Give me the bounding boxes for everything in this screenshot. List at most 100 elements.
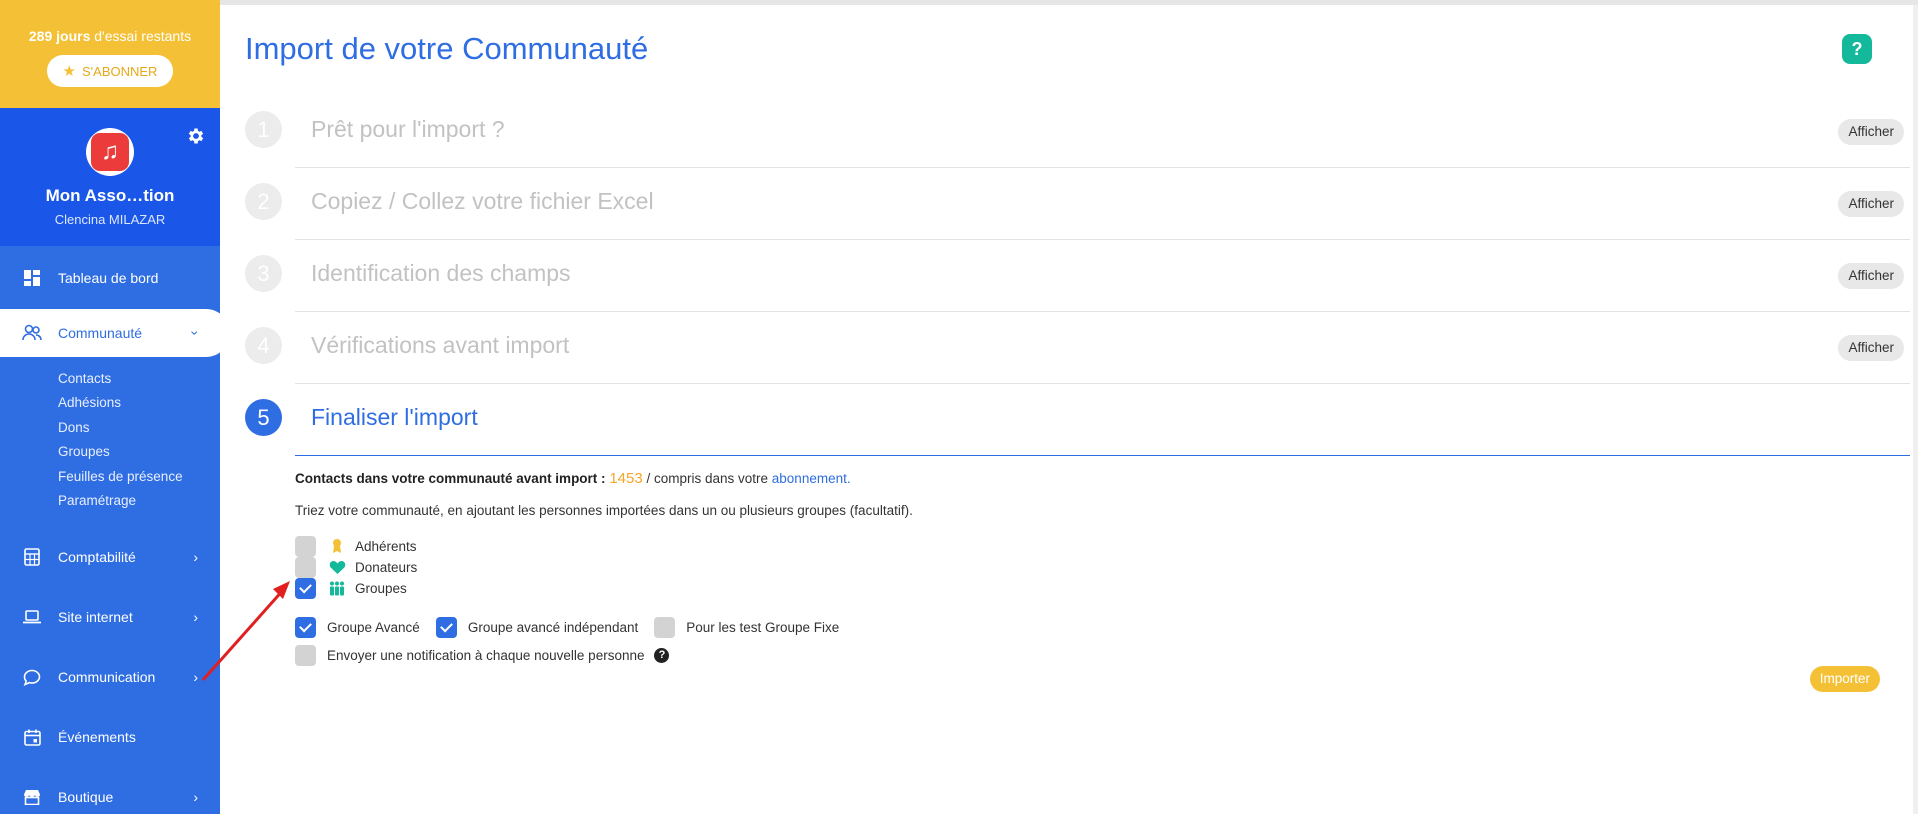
show-step-button[interactable]: Afficher [1838,191,1904,217]
gear-icon[interactable] [186,126,206,146]
nav-community-label: Communauté [58,325,143,341]
nav-website-label: Site internet [58,609,133,626]
nav-dashboard[interactable]: Tableau de bord [0,253,220,303]
notification-option: Envoyer une notification à chaque nouvel… [295,643,670,667]
subnav-adhesions[interactable]: Adhésions [58,391,220,415]
nav-shop[interactable]: Boutique › [0,767,220,814]
nav-website[interactable]: Site internet › [0,587,220,647]
contacts-count: 1453 [609,470,643,487]
question-circle-icon[interactable]: ? [654,647,670,663]
group-people-icon [328,581,346,596]
group-avance-checkbox[interactable] [295,616,316,638]
scrollbar[interactable] [1913,5,1918,814]
contacts-summary: Contacts dans votre communauté avant imp… [295,470,851,487]
store-icon [22,787,42,807]
nav-community[interactable]: Communauté › [0,309,220,357]
main-nav: Tableau de bord Communauté › Contacts Ad… [0,253,220,814]
groupes-label: Groupes [355,580,407,596]
group-options: Groupe Avancé Groupe avancé indépendant … [295,615,855,639]
subnav-settings[interactable]: Paramétrage [58,489,220,513]
subnav-attendance-sheets[interactable]: Feuilles de présence [58,465,220,489]
chevron-down-icon: › [187,330,204,336]
step-title: Finaliser l'import [311,404,478,430]
star-icon: ★ [62,63,76,80]
subscribe-label: S'ABONNER [82,63,158,79]
medal-icon [328,538,346,554]
help-button[interactable]: ? [1842,34,1872,64]
show-step-button[interactable]: Afficher [1838,335,1904,361]
nav-accounting-label: Comptabilité [58,549,136,566]
subnav-groupes[interactable]: Groupes [58,440,220,464]
profile-card: ♫ Mon Asso…tion Clencina MILAZAR [0,108,220,246]
group-avance-independant-checkbox[interactable] [435,616,457,638]
heart-hand-icon [328,560,346,575]
import-button[interactable]: Importer [1809,666,1880,692]
chevron-right-icon: › [193,549,198,566]
donateurs-label: Donateurs [355,559,418,575]
subscribe-button[interactable]: ★ S'ABONNER [47,55,173,87]
group-test-fixe-label: Pour les test Groupe Fixe [686,619,840,635]
avatar[interactable]: ♫ [86,128,134,176]
step-4: 4 Vérifications avant import Afficher [245,312,1910,384]
sidebar: 289 jours d'essai restants ★ S'ABONNER ♫… [0,0,220,814]
subscription-link[interactable]: abonnement. [772,471,851,486]
subnav-contacts[interactable]: Contacts [58,367,220,391]
step-number: 1 [245,111,282,148]
community-subnav: Contacts Adhésions Dons Groupes Feuilles… [0,363,220,527]
nav-events[interactable]: Événements [0,707,220,767]
org-name: Mon Asso…tion [45,186,175,205]
step-title: Copiez / Collez votre fichier Excel [311,188,654,214]
step-number: 5 [245,399,282,436]
step-number: 2 [245,183,282,220]
notification-label: Envoyer une notification à chaque nouvel… [327,647,645,663]
community-icon [22,323,42,343]
nav-communication[interactable]: Communication › [0,647,220,707]
divider [295,455,1910,456]
step-title: Prêt pour l'import ? [311,116,505,142]
adherents-checkbox[interactable] [295,535,316,557]
group-avance-independant-label: Groupe avancé indépendant [467,619,639,635]
show-step-button[interactable]: Afficher [1838,119,1904,145]
main-content: Import de votre Communauté ? 1 Prêt pour… [220,5,1918,814]
notification-checkbox[interactable] [295,644,316,666]
step-title: Vérifications avant import [311,332,570,358]
sort-instructions: Triez votre communauté, en ajoutant les … [295,503,913,518]
calendar-icon [22,727,42,747]
step-1: 1 Prêt pour l'import ? Afficher [245,96,1910,168]
step-number: 3 [245,255,282,292]
trial-banner: 289 jours d'essai restants ★ S'ABONNER [0,0,220,108]
show-step-button[interactable]: Afficher [1838,263,1904,289]
nav-dashboard-label: Tableau de bord [58,270,159,286]
category-adherents: Adhérents [295,535,417,557]
nav-accounting[interactable]: Comptabilité › [0,527,220,587]
question-icon: ? [1851,38,1863,59]
nav-events-label: Événements [58,729,136,746]
laptop-icon [22,607,42,627]
chat-bubble-icon [22,667,42,687]
group-avance-label: Groupe Avancé [327,619,420,635]
step-2: 2 Copiez / Collez votre fichier Excel Af… [245,168,1910,240]
step-5: 5 Finaliser l'import [245,384,1910,456]
nav-communication-label: Communication [58,669,156,686]
adherents-label: Adhérents [355,538,417,554]
calculator-icon [22,547,42,567]
page-title: Import de votre Communauté [245,31,649,66]
chevron-right-icon: › [193,609,198,626]
groupes-checkbox[interactable] [295,577,316,599]
trial-text: 289 jours d'essai restants [28,28,192,44]
dashboard-icon [22,268,42,288]
step-3: 3 Identification des champs Afficher [245,240,1910,312]
nav-shop-label: Boutique [58,789,114,806]
category-groupes: Groupes [295,577,407,599]
donateurs-checkbox[interactable] [295,556,316,578]
subnav-dons[interactable]: Dons [58,416,220,440]
step-number: 4 [245,327,282,364]
music-note-icon: ♫ [91,133,129,171]
user-name: Clencina MILAZAR [54,212,166,227]
category-donateurs: Donateurs [295,556,418,578]
group-test-fixe-checkbox[interactable] [654,616,676,638]
contacts-suffix: / compris dans votre [646,471,769,486]
chevron-right-icon: › [193,789,198,806]
contacts-label: Contacts dans votre communauté avant imp… [295,471,606,486]
chevron-right-icon: › [193,669,198,686]
